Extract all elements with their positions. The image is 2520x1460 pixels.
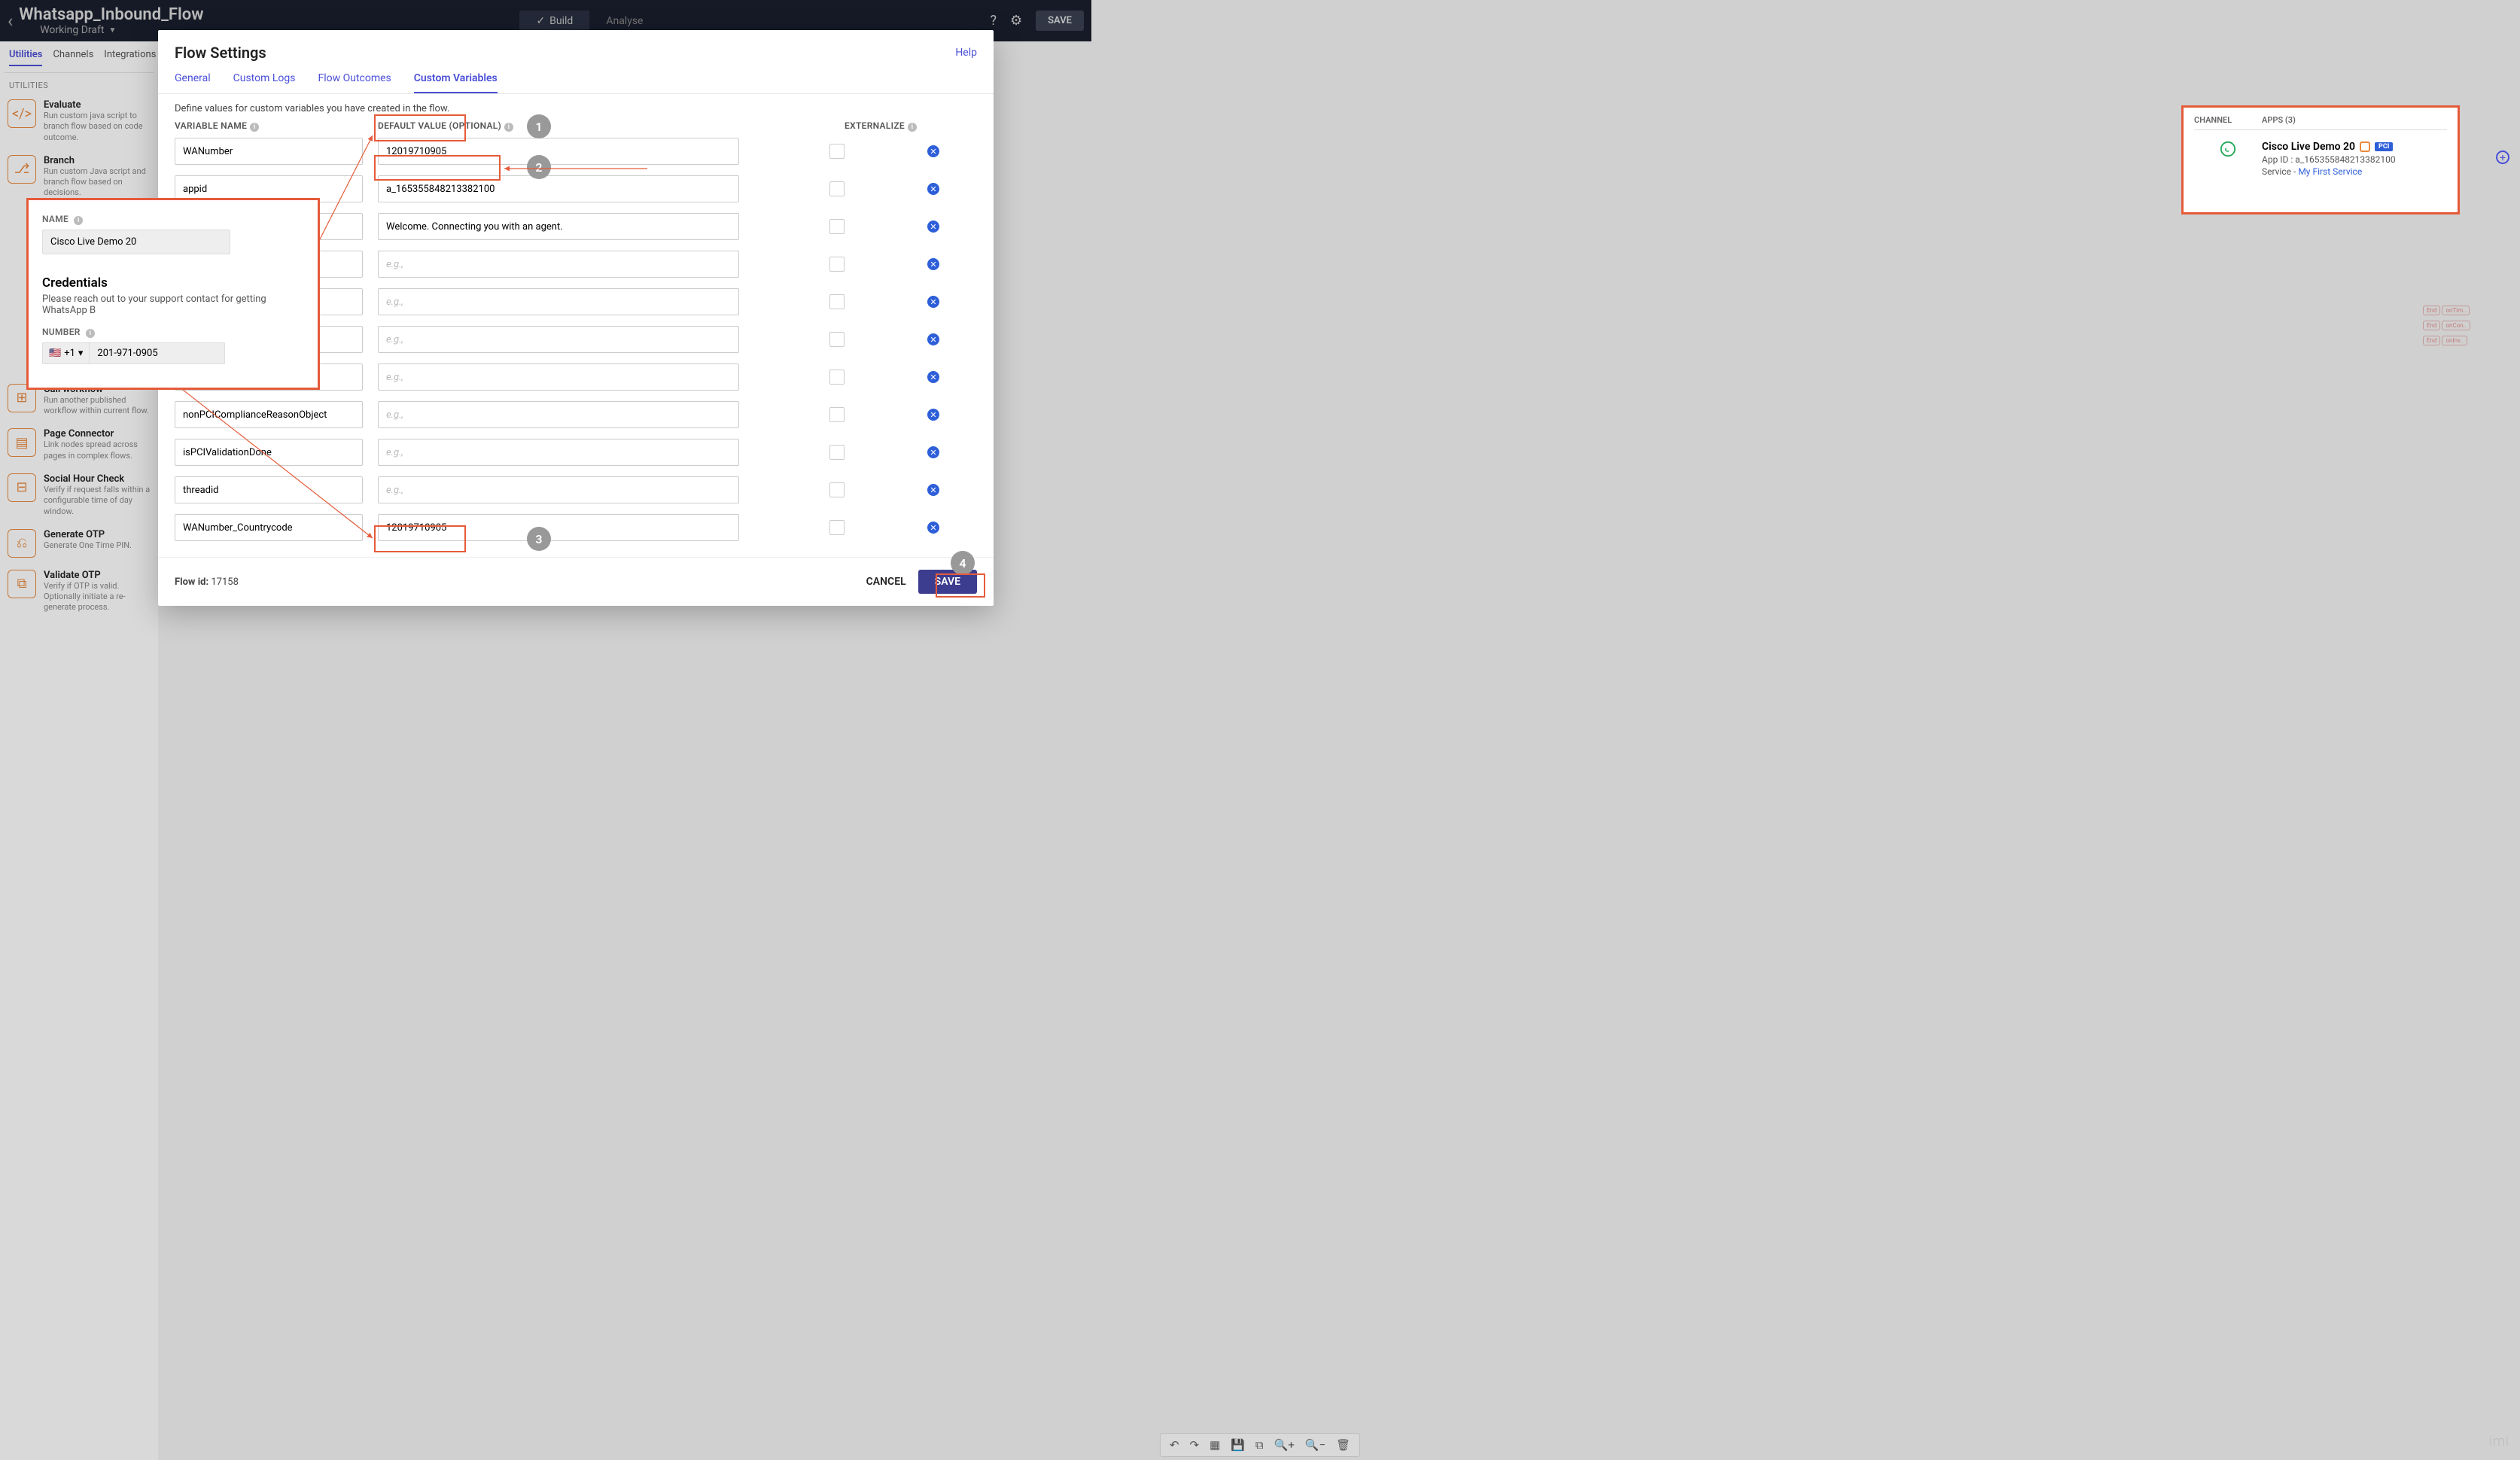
delete-row-icon[interactable]: ✕ <box>927 333 939 345</box>
variable-value-input[interactable] <box>378 326 739 353</box>
cancel-button[interactable]: CANCEL <box>854 570 918 594</box>
externalize-checkbox[interactable] <box>829 445 845 460</box>
externalize-checkbox[interactable] <box>829 332 845 347</box>
modal-description: Define values for custom variables you h… <box>175 103 977 114</box>
delete-row-icon[interactable]: ✕ <box>927 446 939 458</box>
modal-help-link[interactable]: Help <box>955 47 977 59</box>
tab-flow-outcomes[interactable]: Flow Outcomes <box>318 72 391 93</box>
variable-row: ✕ <box>175 439 977 466</box>
delete-row-icon[interactable]: ✕ <box>927 371 939 383</box>
externalize-checkbox[interactable] <box>829 219 845 234</box>
apps-callout: CHANNEL APPS (3) Cisco Live Demo 20 PCI … <box>2181 105 2460 214</box>
tab-general[interactable]: General <box>175 72 211 93</box>
variable-row: ✕ <box>175 401 977 428</box>
pci-badge: PCI <box>2375 142 2393 151</box>
variable-name-input[interactable] <box>175 401 363 428</box>
variable-value-input[interactable] <box>378 213 739 240</box>
variable-name-input[interactable] <box>175 476 363 503</box>
service-link[interactable]: My First Service <box>2298 166 2362 177</box>
phone-number-value: 201-971-0905 <box>90 342 225 364</box>
delete-row-icon[interactable]: ✕ <box>927 183 939 195</box>
tab-custom-logs[interactable]: Custom Logs <box>233 72 296 93</box>
credentials-subtext: Please reach out to your support contact… <box>42 294 304 316</box>
name-value: Cisco Live Demo 20 <box>42 230 230 254</box>
country-code-select[interactable]: 🇺🇸 +1 ▾ <box>42 342 90 364</box>
externalize-checkbox[interactable] <box>829 520 845 535</box>
variable-name-input[interactable] <box>175 138 363 165</box>
externalize-checkbox[interactable] <box>829 407 845 422</box>
info-icon[interactable]: i <box>504 123 513 132</box>
app-name: Cisco Live Demo 20 PCI <box>2262 141 2396 153</box>
save-button[interactable]: SAVE <box>918 570 977 594</box>
delete-row-icon[interactable]: ✕ <box>927 409 939 421</box>
variable-value-input[interactable] <box>378 514 739 541</box>
tab-custom-variables[interactable]: Custom Variables <box>414 72 498 93</box>
variable-value-input[interactable] <box>378 363 739 391</box>
service-line: Service - My First Service <box>2262 166 2396 177</box>
externalize-checkbox[interactable] <box>829 294 845 309</box>
delete-row-icon[interactable]: ✕ <box>927 522 939 534</box>
delete-row-icon[interactable]: ✕ <box>927 296 939 308</box>
col-externalize: EXTERNALIZEi <box>845 120 917 132</box>
variable-value-input[interactable] <box>378 175 739 202</box>
variable-value-input[interactable] <box>378 288 739 315</box>
whatsapp-icon <box>2194 141 2262 177</box>
col-default-value: DEFAULT VALUE (OPTIONAL)i <box>378 120 739 132</box>
variable-value-input[interactable] <box>378 251 739 278</box>
delete-row-icon[interactable]: ✕ <box>927 221 939 233</box>
externalize-checkbox[interactable] <box>829 144 845 159</box>
variable-value-input[interactable] <box>378 439 739 466</box>
brand-logo: imi <box>2489 1434 2509 1449</box>
variable-row: ✕ <box>175 476 977 503</box>
externalize-checkbox[interactable] <box>829 257 845 272</box>
add-button-right[interactable]: + <box>2496 151 2509 164</box>
credentials-callout: NAME i Cisco Live Demo 20 Credentials Pl… <box>26 198 320 390</box>
app-id-line: App ID : a_165355848213382100 <box>2262 154 2396 165</box>
name-label: NAME i <box>42 214 304 225</box>
col-apps: APPS (3) <box>2262 115 2296 125</box>
info-icon[interactable]: i <box>250 123 259 132</box>
externalize-checkbox[interactable] <box>829 482 845 497</box>
variable-row: ✕ <box>175 138 977 165</box>
credentials-heading: Credentials <box>42 275 304 290</box>
variable-value-input[interactable] <box>378 476 739 503</box>
info-icon[interactable]: i <box>908 123 917 132</box>
flow-id: Flow id: 17158 <box>175 576 239 588</box>
externalize-checkbox[interactable] <box>829 370 845 385</box>
delete-row-icon[interactable]: ✕ <box>927 258 939 270</box>
variable-row: ✕ <box>175 514 977 541</box>
variable-name-input[interactable] <box>175 439 363 466</box>
cisco-icon <box>2360 141 2370 152</box>
col-channel: CHANNEL <box>2194 115 2262 125</box>
modal-title: Flow Settings <box>175 44 266 62</box>
delete-row-icon[interactable]: ✕ <box>927 145 939 157</box>
variable-value-input[interactable] <box>378 401 739 428</box>
variable-name-input[interactable] <box>175 514 363 541</box>
delete-row-icon[interactable]: ✕ <box>927 484 939 496</box>
col-variable-name: VARIABLE NAMEi <box>175 120 363 132</box>
variable-value-input[interactable] <box>378 138 739 165</box>
externalize-checkbox[interactable] <box>829 181 845 196</box>
number-label: NUMBER i <box>42 327 304 338</box>
